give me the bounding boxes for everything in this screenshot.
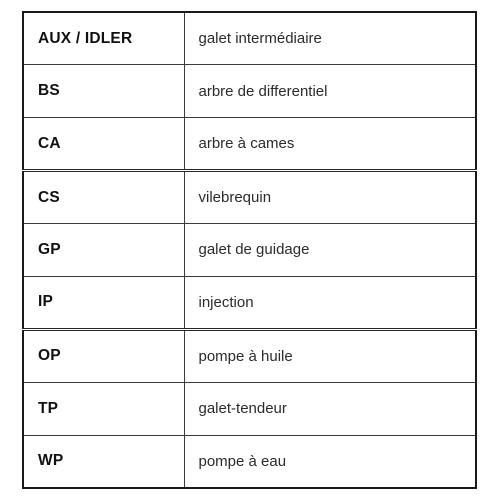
cell-description: pompe à huile	[183, 328, 476, 383]
table-row: IP injection	[23, 275, 476, 331]
abbreviation-table: AUX / IDLER galet intermédiaire BS arbre de…	[22, 11, 477, 489]
cell-description: arbre de differentiel	[183, 64, 476, 119]
cell-code: AUX / IDLER	[23, 12, 185, 66]
table-row: WP pompe à eau	[23, 434, 476, 488]
cell-description: galet-tendeur	[183, 381, 476, 436]
table-row: AUX / IDLER galet intermédiaire	[23, 12, 476, 66]
cell-code: CA	[23, 117, 185, 173]
cell-description: galet intermédiaire	[183, 12, 476, 66]
cell-description: arbre à cames	[183, 117, 476, 173]
cell-code: OP	[23, 328, 185, 383]
table-row: GP galet de guidage	[23, 223, 476, 277]
cell-code: GP	[23, 223, 185, 277]
table-row: OP pompe à huile	[23, 328, 476, 383]
cell-code: WP	[23, 434, 185, 488]
table-row: CA arbre à cames	[23, 117, 476, 173]
table-body: AUX / IDLER galet intermédiaire BS arbre de…	[23, 12, 476, 488]
table-row: BS arbre de differentiel	[23, 64, 476, 119]
cell-description: vilebrequin	[183, 170, 476, 224]
cell-description: injection	[183, 275, 476, 331]
table-row: TP galet-tendeur	[23, 381, 476, 436]
cell-description: pompe à eau	[183, 434, 476, 488]
cell-code: BS	[23, 64, 185, 119]
page-root: AUX / IDLER galet intermédiaire BS arbre de…	[0, 0, 500, 500]
cell-code: TP	[23, 381, 185, 436]
cell-code: IP	[23, 275, 185, 331]
cell-code: CS	[23, 170, 185, 224]
table-row: CS vilebrequin	[23, 170, 476, 224]
cell-description: galet de guidage	[183, 223, 476, 277]
